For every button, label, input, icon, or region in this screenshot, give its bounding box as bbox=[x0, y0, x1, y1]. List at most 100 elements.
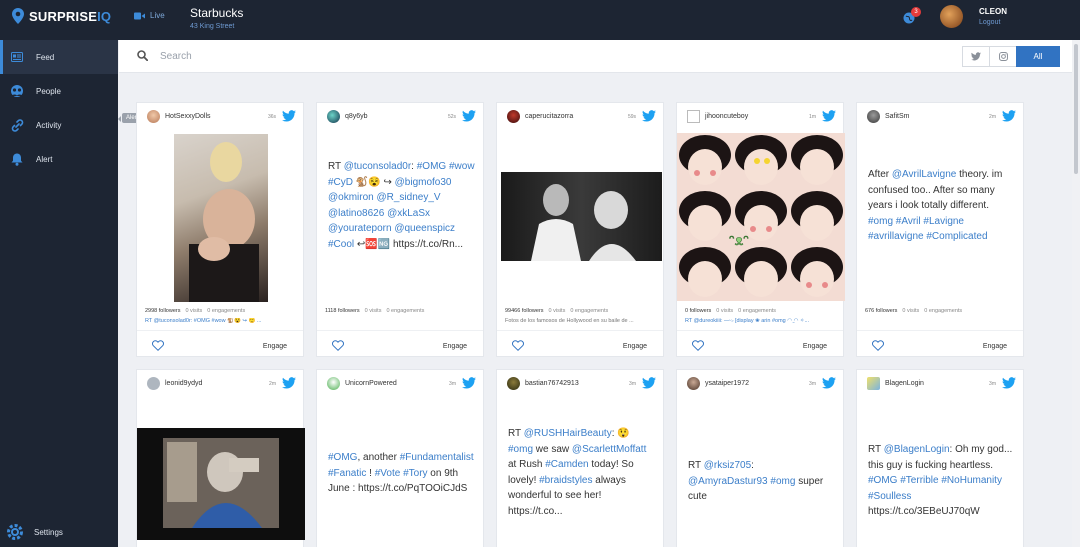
user-avatar[interactable] bbox=[867, 110, 880, 123]
feed-card[interactable]: q8y6yb 52s RT @tuconsolad0r: #OMG #wow #… bbox=[316, 102, 484, 357]
heart-icon[interactable] bbox=[152, 340, 164, 351]
card-username[interactable]: BlagenLogin bbox=[885, 380, 924, 387]
sidebar-item-settings[interactable]: Settings bbox=[6, 523, 63, 541]
card-username[interactable]: bastian76742913 bbox=[525, 380, 579, 387]
heart-icon[interactable] bbox=[332, 340, 344, 351]
card-divider bbox=[497, 330, 663, 331]
card-username[interactable]: jihooncuteboy bbox=[705, 113, 748, 120]
feed-card[interactable]: HotSexxyDolls 36s 2998 followers 0 visits… bbox=[136, 102, 304, 357]
user-avatar[interactable] bbox=[147, 377, 160, 390]
user-avatar[interactable] bbox=[687, 110, 700, 123]
card-username[interactable]: q8y6yb bbox=[345, 113, 368, 120]
filter-twitter-button[interactable] bbox=[962, 46, 990, 67]
card-username[interactable]: HotSexxyDolls bbox=[165, 113, 211, 120]
logo[interactable]: SURPRISEIQ bbox=[12, 8, 111, 24]
sidebar-item-feed[interactable]: Feed bbox=[0, 40, 118, 74]
search-input[interactable] bbox=[160, 47, 660, 65]
post-image[interactable]: ᵔᴥᵔ bbox=[677, 133, 845, 301]
user-avatar[interactable] bbox=[940, 5, 963, 28]
user-avatar[interactable] bbox=[507, 110, 520, 123]
card-stats: 1118 followers 0 visits 0 engagements bbox=[325, 308, 429, 314]
card-username[interactable]: caperucitazorra bbox=[525, 113, 573, 120]
heart-icon[interactable] bbox=[512, 340, 524, 351]
store-name: Starbucks bbox=[190, 6, 244, 20]
user-avatar[interactable] bbox=[687, 377, 700, 390]
engagements-count: 0 engagements bbox=[924, 308, 963, 314]
user-avatar[interactable] bbox=[147, 110, 160, 123]
card-time: 3m bbox=[449, 381, 456, 387]
card-divider bbox=[317, 330, 483, 331]
activity-icon bbox=[10, 118, 24, 132]
heart-icon[interactable] bbox=[872, 340, 884, 351]
twitter-icon bbox=[642, 110, 656, 122]
notifications-button[interactable]: 3 bbox=[903, 7, 921, 25]
engage-button[interactable]: Engage bbox=[803, 343, 827, 350]
location-pin-icon bbox=[12, 8, 24, 24]
feed-card[interactable]: ysataiper1972 3m RT @rksiz705: @AmyraDas… bbox=[676, 369, 844, 547]
card-divider bbox=[857, 330, 1023, 331]
sidebar-item-activity[interactable]: Activity bbox=[0, 108, 118, 142]
twitter-icon bbox=[462, 110, 476, 122]
feed-card[interactable]: SafitSm 2m After @AvrilLavigne theory. i… bbox=[856, 102, 1024, 357]
post-image[interactable] bbox=[501, 172, 662, 261]
twitter-icon bbox=[642, 377, 656, 389]
sidebar-item-people[interactable]: People bbox=[0, 74, 118, 108]
user-avatar[interactable] bbox=[867, 377, 880, 390]
filter-all-button[interactable]: All bbox=[1016, 46, 1060, 67]
store-selector[interactable]: Starbucks 43 King Street bbox=[190, 6, 243, 30]
user-avatar[interactable] bbox=[327, 110, 340, 123]
card-header: jihooncuteboy 1m bbox=[677, 103, 843, 131]
feed-card[interactable]: leonid9ydyd 2m bbox=[136, 369, 305, 547]
feed-card[interactable]: caperucitazorra 59s 99466 followers 0 vis… bbox=[496, 102, 664, 357]
twitter-icon bbox=[1002, 377, 1016, 389]
card-stats: 2998 followers 0 visits 0 engagements bbox=[145, 308, 250, 314]
bell-icon bbox=[10, 152, 24, 166]
sidebar-item-label: Feed bbox=[36, 52, 55, 62]
heart-icon[interactable] bbox=[692, 340, 704, 351]
twitter-icon bbox=[282, 377, 296, 389]
engage-button[interactable]: Engage bbox=[443, 343, 467, 350]
engage-button[interactable]: Engage bbox=[263, 343, 287, 350]
live-button[interactable]: Live bbox=[134, 11, 165, 20]
logout-link[interactable]: Logout bbox=[979, 19, 1007, 26]
card-username[interactable]: leonid9ydyd bbox=[165, 380, 202, 387]
card-username[interactable]: SafitSm bbox=[885, 113, 910, 120]
card-snippet: RT @dureokiiii: —ᵕ˶̀ [display ❀ arin #om… bbox=[685, 318, 810, 324]
user-avatar[interactable] bbox=[327, 377, 340, 390]
feed-card[interactable]: bastian76742913 3m RT @RUSHHairBeauty: 😲… bbox=[496, 369, 664, 547]
engagements-count: 0 engagements bbox=[386, 308, 425, 314]
tweet-text: #OMG, another #Fundamentalist #Fanatic !… bbox=[328, 452, 474, 495]
card-snippet: Fotos de los famosos de Hollywood en su … bbox=[505, 318, 634, 324]
visits-count: 0 visits bbox=[548, 308, 566, 314]
post-image[interactable] bbox=[174, 134, 268, 302]
feed-card[interactable]: UnicornPowered 3m #OMG, another #Fundame… bbox=[316, 369, 484, 547]
card-username[interactable]: ysataiper1972 bbox=[705, 380, 749, 387]
twitter-icon bbox=[822, 377, 836, 389]
scrollbar-thumb[interactable] bbox=[1074, 44, 1078, 174]
twitter-icon bbox=[282, 110, 296, 122]
feed-card[interactable]: BlagenLogin 3m RT @BlagenLogin: Oh my go… bbox=[856, 369, 1024, 547]
engage-button[interactable]: Engage bbox=[623, 343, 647, 350]
filter-instagram-button[interactable] bbox=[989, 46, 1017, 67]
post-image[interactable] bbox=[137, 428, 305, 540]
engage-button[interactable]: Engage bbox=[983, 343, 1007, 350]
card-time: 1m bbox=[809, 114, 816, 120]
user-menu: CLEON Logout bbox=[979, 7, 1007, 26]
feed-card[interactable]: jihooncuteboy 1m ᵔᴥᵔ 0 followers 0 visits… bbox=[676, 102, 845, 357]
card-time: 3m bbox=[629, 381, 636, 387]
tweet-text: RT @RUSHHairBeauty: 😲 #omg we saw @Scarl… bbox=[508, 428, 647, 517]
card-time: 3m bbox=[809, 381, 816, 387]
page-scrollbar[interactable] bbox=[1072, 40, 1080, 547]
tweet-text: RT @BlagenLogin: Oh my god... this guy i… bbox=[868, 444, 1013, 518]
sidebar-item-alert[interactable]: Alert bbox=[0, 142, 118, 176]
card-header: caperucitazorra 59s bbox=[497, 103, 663, 131]
card-time: 2m bbox=[989, 114, 996, 120]
card-header: HotSexxyDolls 36s bbox=[137, 103, 303, 131]
user-avatar[interactable] bbox=[507, 377, 520, 390]
card-divider bbox=[137, 330, 303, 331]
people-icon bbox=[10, 84, 24, 98]
card-username[interactable]: UnicornPowered bbox=[345, 380, 397, 387]
card-snippet: RT @tuconsolad0r: #OMG #wow 🐒😵 ↪ 🙂 ... bbox=[145, 318, 262, 324]
tweet-text: After @AvrilLavigne theory. im confused … bbox=[868, 169, 1003, 243]
sidebar-item-label: Activity bbox=[36, 120, 62, 130]
